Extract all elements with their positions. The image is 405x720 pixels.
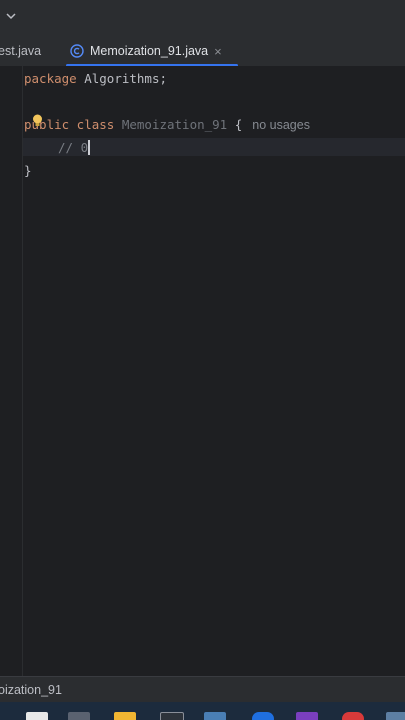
close-brace: } <box>24 163 32 178</box>
keyword-package: package <box>24 71 77 86</box>
text-caret <box>88 140 91 155</box>
code-line-3: public class Memoization_91 {no usages <box>24 117 310 133</box>
line-comment: // 0 <box>58 140 89 155</box>
browser-icon[interactable] <box>252 712 274 720</box>
close-icon[interactable]: × <box>214 44 222 59</box>
status-bar: oization_91 <box>0 676 405 703</box>
intellij-icon[interactable] <box>296 712 318 720</box>
taskbar-overflow-icon[interactable] <box>386 712 405 720</box>
editor-tab-bar: est.java Memoization_91.java × <box>0 36 405 67</box>
taskbar-document-icon[interactable] <box>26 712 48 720</box>
package-name: Algorithms; <box>76 71 167 86</box>
terminal-icon[interactable] <box>160 712 184 720</box>
tab-memoization-91[interactable]: Memoization_91.java × <box>66 36 238 67</box>
usages-hint[interactable]: no usages <box>252 118 310 132</box>
tab-label: Memoization_91.java <box>90 44 209 58</box>
open-brace: { <box>234 117 243 132</box>
class-name: Memoization_91 <box>121 117 228 132</box>
code-line-5: } <box>24 163 32 179</box>
class-c-icon <box>70 44 84 58</box>
code-line-1: package Algorithms; <box>24 71 167 87</box>
code-line-4: // 0 <box>58 140 91 156</box>
folder-icon[interactable] <box>114 712 136 720</box>
lightbulb-icon[interactable] <box>32 114 43 128</box>
taskbar-network-icon[interactable] <box>204 712 226 720</box>
chrome-icon[interactable] <box>342 712 364 720</box>
os-taskbar <box>0 702 405 720</box>
tab-label: est.java <box>0 44 42 58</box>
code-editor[interactable]: package Algorithms; public class Memoiza… <box>0 66 405 676</box>
gutter-divider <box>22 66 23 676</box>
chevron-down-icon[interactable] <box>4 9 18 23</box>
title-bar <box>0 0 405 36</box>
breadcrumb[interactable]: oization_91 <box>0 683 62 697</box>
tab-previous-file[interactable]: est.java <box>0 36 41 66</box>
taskbar-app-icon[interactable] <box>68 712 90 720</box>
